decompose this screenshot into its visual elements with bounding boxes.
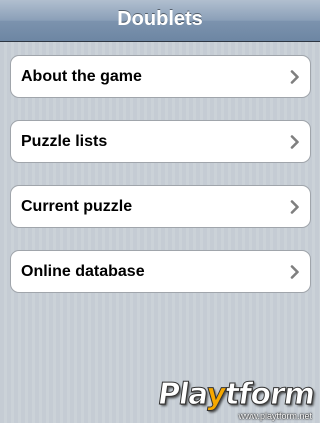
chevron-right-icon bbox=[290, 264, 300, 279]
menu-item-puzzle-lists[interactable]: Puzzle lists bbox=[10, 120, 311, 163]
playtform-logo: Playtform bbox=[155, 377, 317, 413]
menu-item-label: Puzzle lists bbox=[21, 132, 108, 150]
logo-text-prefix: Pla bbox=[155, 377, 210, 413]
navigation-bar: Doublets bbox=[0, 0, 320, 42]
chevron-right-icon bbox=[290, 69, 300, 84]
menu-item-label: Current puzzle bbox=[21, 197, 133, 215]
chevron-right-icon bbox=[290, 199, 300, 214]
menu-item-label: About the game bbox=[21, 67, 142, 85]
menu-item-current-puzzle[interactable]: Current puzzle bbox=[10, 185, 311, 228]
menu-item-about-the-game[interactable]: About the game bbox=[10, 55, 311, 98]
watermark-url: www.playtform.net bbox=[238, 411, 312, 421]
menu-item-online-database[interactable]: Online database bbox=[10, 250, 311, 293]
page-title: Doublets bbox=[117, 8, 203, 30]
logo-text-suffix: tform bbox=[222, 377, 317, 413]
menu-item-label: Online database bbox=[21, 262, 145, 280]
playtform-watermark: Playtform www.playtform.net bbox=[155, 377, 317, 422]
chevron-right-icon bbox=[290, 134, 300, 149]
main-menu: About the game Puzzle lists Current puzz… bbox=[10, 55, 311, 315]
